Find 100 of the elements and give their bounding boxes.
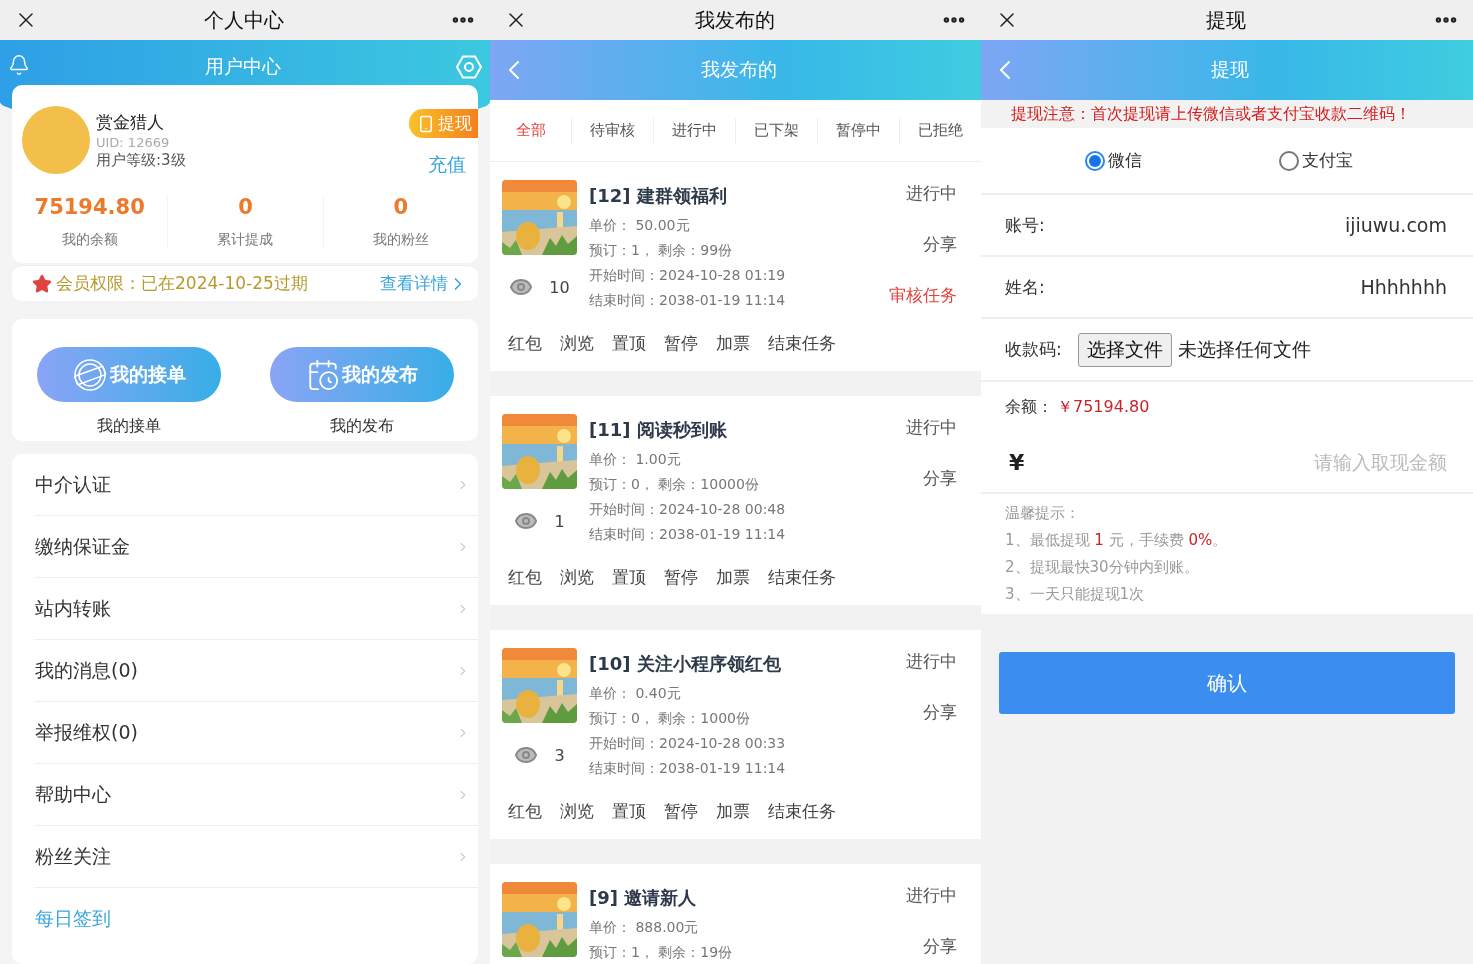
task-action[interactable]: 加票 <box>716 566 750 589</box>
stat-label: 累计提成 <box>217 231 274 249</box>
menu-item[interactable]: 帮助中心 <box>35 764 478 826</box>
header-title: 我发布的 <box>700 57 777 82</box>
task-action[interactable]: 暂停 <box>664 332 698 355</box>
user-id: UID: 12669 <box>96 134 171 150</box>
share-link[interactable]: 分享 <box>923 701 957 724</box>
field-label: 账号: <box>1005 213 1045 237</box>
user-name: 赏金猎人 <box>96 110 165 134</box>
radio-button[interactable] <box>1085 150 1105 171</box>
task-action[interactable]: 暂停 <box>664 800 698 823</box>
stock-info: 预订：0， 剩余：10000份 <box>589 475 760 494</box>
unit-price: 单价： 888.00元 <box>589 918 700 937</box>
start-time: 开始时间：2024-10-28 00:48 <box>589 500 787 519</box>
user-level: 用户等级:3级 <box>96 150 187 170</box>
tab[interactable]: 待审核 <box>572 117 654 144</box>
input-field[interactable]: ijiuwu.com <box>1189 213 1449 237</box>
start-time: 开始时间：2024-10-28 01:19 <box>589 266 787 285</box>
view-count: 1 <box>554 511 565 531</box>
task-action[interactable]: 暂停 <box>664 566 698 589</box>
balance-value: ￥75194.80 <box>1057 396 1150 418</box>
window-title: 我发布的 <box>694 6 775 34</box>
tip-text: 3、一天只能提现1次 <box>1005 585 1146 604</box>
tab[interactable]: 暂停中 <box>818 117 900 144</box>
amount-field[interactable]: 请输入取现金额 <box>1024 450 1449 474</box>
task-action[interactable]: 置顶 <box>612 566 646 589</box>
shortcut-caption: 我的发布 <box>329 416 394 437</box>
start-time: 开始时间：2024-10-28 00:33 <box>589 734 787 753</box>
task-status: 进行中 <box>906 182 957 205</box>
stat-label: 我的粉丝 <box>372 231 429 249</box>
task-action[interactable]: 浏览 <box>560 332 594 355</box>
choose-file-button[interactable]: 选择文件 <box>1077 332 1172 367</box>
end-time: 结束时间：2038-01-19 11:14 <box>589 525 787 544</box>
stamp-icon <box>71 356 108 393</box>
balance-label: 余额： <box>1005 396 1053 418</box>
tip-text: 2、提现最快30分钟内到账。 <box>1005 558 1200 577</box>
unit-price: 单价： 1.00元 <box>589 450 682 469</box>
task-action[interactable]: 结束任务 <box>768 566 836 589</box>
tab[interactable]: 全部 <box>490 117 572 144</box>
field-label: 姓名: <box>1005 275 1045 299</box>
window-title: 个人中心 <box>204 6 284 34</box>
task-title: [10] 关注小程序领红包 <box>589 652 782 676</box>
currency-symbol: ¥ <box>1009 449 1025 475</box>
task-action[interactable]: 置顶 <box>612 332 646 355</box>
tip-text: 1、最低提现 1 元，手续费 0%。 <box>1005 531 1229 550</box>
stock-info: 预订：1， 剩余：19份 <box>589 943 734 962</box>
file-status: 未选择任何文件 <box>1177 336 1312 362</box>
tips-title: 温馨提示： <box>1005 504 1081 523</box>
header-title: 提现 <box>1211 57 1249 82</box>
tab[interactable]: 进行中 <box>654 117 736 144</box>
stock-info: 预订：0， 剩余：1000份 <box>589 709 751 728</box>
radio-button[interactable] <box>1279 150 1299 171</box>
task-action[interactable]: 浏览 <box>560 566 594 589</box>
task-action[interactable]: 红包 <box>508 332 542 355</box>
stat-value: 75194.80 <box>34 195 145 219</box>
menu-item[interactable]: 我的消息(0) <box>35 640 478 702</box>
menu-item[interactable]: 站内转账 <box>35 578 478 640</box>
review-link[interactable]: 审核任务 <box>889 284 957 307</box>
stock-info: 预订：1， 剩余：99份 <box>589 241 734 260</box>
bell-icon[interactable] <box>8 54 30 76</box>
task-title: [9] 邀请新人 <box>589 886 698 910</box>
input-field[interactable]: Hhhhhhh <box>1189 275 1449 299</box>
unit-price: 单价： 50.00元 <box>589 216 691 235</box>
share-link[interactable]: 分享 <box>923 467 957 490</box>
stat-value: 0 <box>238 195 253 219</box>
header-title: 用户中心 <box>205 54 281 79</box>
task-action[interactable]: 红包 <box>508 566 542 589</box>
task-action[interactable]: 结束任务 <box>768 800 836 823</box>
menu-item[interactable]: 粉丝关注 <box>35 826 478 888</box>
tab[interactable]: 已下架 <box>736 117 818 144</box>
menu-item[interactable]: 缴纳保证金 <box>35 516 478 578</box>
task-action[interactable]: 结束任务 <box>768 332 836 355</box>
task-action[interactable]: 加票 <box>716 332 750 355</box>
stat-value: 0 <box>393 195 409 219</box>
view-count: 10 <box>549 277 570 297</box>
field-label: 收款码: <box>1005 338 1062 361</box>
menu-item[interactable]: 举报维权(0) <box>35 702 478 764</box>
menu-item[interactable]: 中介认证 <box>35 454 478 516</box>
phone-icon <box>417 114 435 133</box>
task-action[interactable]: 置顶 <box>612 800 646 823</box>
task-action[interactable]: 红包 <box>508 800 542 823</box>
task-action[interactable]: 加票 <box>716 800 750 823</box>
share-link[interactable]: 分享 <box>923 233 957 256</box>
end-time: 结束时间：2038-01-19 11:14 <box>589 759 787 778</box>
task-status: 进行中 <box>906 650 957 673</box>
share-link[interactable]: 分享 <box>923 935 957 958</box>
view-count: 3 <box>554 745 565 765</box>
membership-label: 会员权限： <box>56 272 141 295</box>
window-title: 提现 <box>1206 6 1246 34</box>
payment-option[interactable]: 微信 <box>1085 149 1279 172</box>
payment-option[interactable]: 支付宝 <box>1279 149 1473 172</box>
stat-label: 我的余额 <box>61 231 118 249</box>
star-icon <box>32 273 52 294</box>
unit-price: 单价： 0.40元 <box>589 684 682 703</box>
task-title: [12] 建群领福利 <box>589 184 728 208</box>
tab[interactable]: 已拒绝 <box>900 117 981 144</box>
task-action[interactable]: 浏览 <box>560 800 594 823</box>
shortcut-caption: 我的接单 <box>96 416 161 437</box>
task-status: 进行中 <box>906 416 957 439</box>
end-time: 结束时间：2038-01-19 11:14 <box>589 291 787 310</box>
